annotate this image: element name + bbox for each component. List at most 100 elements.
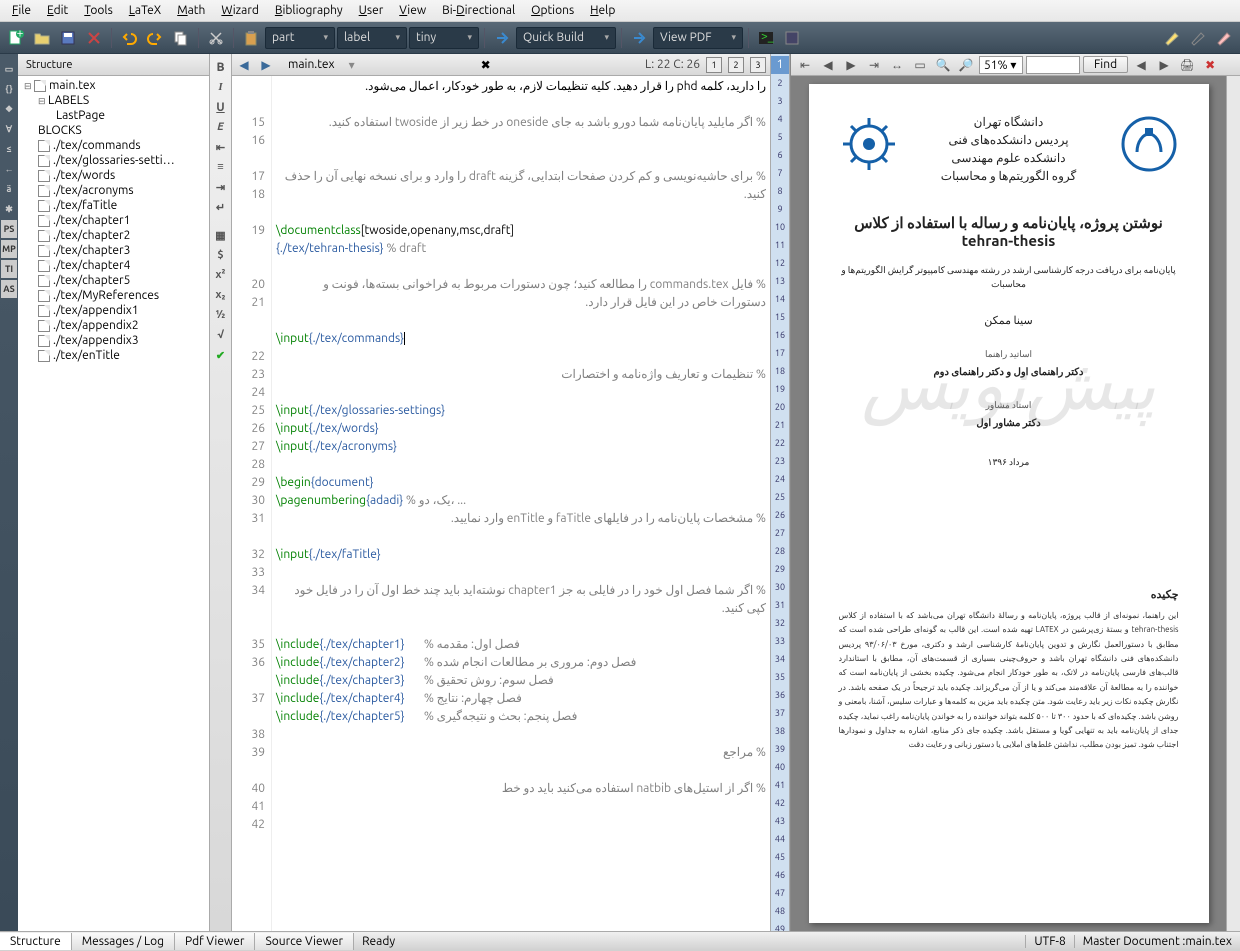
status-tab-messages[interactable]: Messages / Log	[72, 933, 175, 950]
tree-item[interactable]: ./tex/chapter5	[20, 273, 207, 288]
pdf-zoom-combo[interactable]: 51% ▾	[979, 56, 1023, 74]
underline-icon[interactable]: U	[212, 98, 230, 116]
frac-icon[interactable]: ½	[212, 306, 230, 324]
pdf-view[interactable]: پیش‌نویس دانشگاه تهران پردیس دانشکده‌های…	[791, 76, 1226, 931]
split2-button[interactable]: 2	[728, 57, 744, 73]
lt-5[interactable]: ≤	[1, 140, 17, 158]
menu-bibliography[interactable]: Bibliography	[267, 2, 351, 19]
tree-item[interactable]: ./tex/acronyms	[20, 183, 207, 198]
tree-item[interactable]: ./tex/commands	[20, 138, 207, 153]
env-icon[interactable]: ▦	[212, 226, 230, 244]
lt-9[interactable]: PS	[1, 220, 17, 238]
lt-3[interactable]: ❖	[1, 100, 17, 118]
menu-tools[interactable]: Tools	[76, 2, 121, 19]
menu-edit[interactable]: Edit	[39, 2, 76, 19]
left-icon[interactable]: ⇤	[212, 138, 230, 156]
part-combo[interactable]: part	[265, 27, 335, 49]
status-tab-pdf[interactable]: Pdf Viewer	[175, 933, 255, 950]
tree-item[interactable]: ./tex/faTitle	[20, 198, 207, 213]
menu-bidirectional[interactable]: Bi-Directional	[434, 2, 523, 19]
lt-6[interactable]: ←	[1, 160, 17, 178]
pdf-zoomout-icon[interactable]: 🔎	[956, 56, 976, 74]
highlight3-icon[interactable]	[1212, 26, 1236, 50]
tiny-combo[interactable]: tiny	[409, 27, 479, 49]
pdf-next-icon[interactable]: ▶	[841, 56, 861, 74]
code-content[interactable]: را دارید، کلمه phd را قرار دهید. کلیه تن…	[272, 76, 770, 931]
tree-item[interactable]: ./tex/appendix2	[20, 318, 207, 333]
label-combo[interactable]: label	[337, 27, 407, 49]
editor-tab-main[interactable]: main.tex	[280, 56, 343, 73]
viewpdf-combo[interactable]: View PDF	[653, 27, 743, 49]
math-icon[interactable]: $	[212, 246, 230, 264]
pdf-scrollbar[interactable]	[1226, 76, 1240, 931]
lt-11[interactable]: TI	[1, 260, 17, 278]
pdf-zoomin-icon[interactable]: 🔍	[933, 56, 953, 74]
menu-file[interactable]: File	[4, 2, 39, 19]
open-file-icon[interactable]	[30, 26, 54, 50]
pdf-sync-icon[interactable]: ↔	[887, 56, 907, 74]
nav-fwd-icon[interactable]: ▶	[258, 57, 274, 73]
tree-root[interactable]: ⊟main.tex	[20, 78, 207, 93]
tree-item[interactable]: ./tex/words	[20, 168, 207, 183]
save-icon[interactable]	[56, 26, 80, 50]
sub-icon[interactable]: x²	[212, 266, 230, 284]
lt-2[interactable]: {}	[1, 80, 17, 98]
tree-labels[interactable]: ⊟LABELS	[20, 93, 207, 108]
lt-4[interactable]: ∀	[1, 120, 17, 138]
menu-math[interactable]: Math	[169, 2, 213, 19]
menu-wizard[interactable]: Wizard	[213, 2, 266, 19]
tree-blocks[interactable]: BLOCKS	[20, 123, 207, 138]
tree-item[interactable]: ./tex/appendix1	[20, 303, 207, 318]
lt-10[interactable]: MP	[1, 240, 17, 258]
pdf-findnext-icon[interactable]: ▶	[1154, 56, 1174, 74]
quickbuild-combo[interactable]: Quick Build	[516, 27, 616, 49]
tree-item[interactable]: ./tex/chapter4	[20, 258, 207, 273]
tree-item[interactable]: ./tex/MyReferences	[20, 288, 207, 303]
menu-view[interactable]: View	[391, 2, 434, 19]
paste-icon[interactable]	[239, 26, 263, 50]
menu-options[interactable]: Options	[523, 2, 582, 19]
sup-icon[interactable]: x₂	[212, 286, 230, 304]
split3-button[interactable]: 3	[750, 57, 766, 73]
tree-item[interactable]: ./tex/chapter2	[20, 228, 207, 243]
highlight1-icon[interactable]	[1160, 26, 1184, 50]
emph-icon[interactable]: E	[212, 118, 230, 136]
pdf-search-input[interactable]	[1026, 56, 1080, 74]
sqrt-icon[interactable]: √	[212, 326, 230, 344]
italic-icon[interactable]: I	[212, 78, 230, 96]
tree-item[interactable]: ./tex/appendix3	[20, 333, 207, 348]
pdf-find-button[interactable]: Find	[1083, 56, 1128, 73]
pdf-close-icon[interactable]: ✖	[1200, 56, 1220, 74]
menu-latex[interactable]: LaTeX	[121, 2, 169, 19]
close-icon[interactable]	[82, 26, 106, 50]
bold-icon[interactable]: B	[212, 58, 230, 76]
pdf-first-icon[interactable]: ⇤	[795, 56, 815, 74]
lt-7[interactable]: ä	[1, 180, 17, 198]
lt-12[interactable]: AS	[1, 280, 17, 298]
pdf-last-icon[interactable]: ⇥	[864, 56, 884, 74]
undo-icon[interactable]	[117, 26, 141, 50]
status-tab-source[interactable]: Source Viewer	[255, 933, 354, 950]
tree-lastpage[interactable]: LastPage	[20, 108, 207, 123]
pdf-fit-icon[interactable]: ▭	[910, 56, 930, 74]
newline-icon[interactable]: ↵	[212, 198, 230, 216]
split1-button[interactable]: 1	[706, 57, 722, 73]
status-tab-structure[interactable]: Structure	[0, 933, 72, 950]
terminal-icon[interactable]: >_	[754, 26, 778, 50]
center-icon[interactable]: ≡	[212, 158, 230, 176]
pdf-print-icon[interactable]: 🖨	[1177, 56, 1197, 74]
line-ruler[interactable]: 12 3 4 5 6 7 8 9 10 11 12 13 14 15 16 17…	[770, 54, 790, 931]
log-icon[interactable]	[780, 26, 804, 50]
new-file-icon[interactable]: +	[4, 26, 28, 50]
tree-item[interactable]: ./tex/chapter1	[20, 213, 207, 228]
pdf-findprev-icon[interactable]: ◀	[1131, 56, 1151, 74]
structure-tree[interactable]: ⊟main.tex ⊟LABELS LastPage BLOCKS ./tex/…	[18, 76, 209, 931]
quickbuild-run-icon[interactable]	[490, 26, 514, 50]
copy-icon[interactable]	[169, 26, 193, 50]
lt-1[interactable]: ▭	[1, 60, 17, 78]
menu-help[interactable]: Help	[582, 2, 623, 19]
lt-8[interactable]: ✱	[1, 200, 17, 218]
right-icon[interactable]: ⇥	[212, 178, 230, 196]
menu-user[interactable]: User	[351, 2, 392, 19]
highlight2-icon[interactable]	[1186, 26, 1210, 50]
